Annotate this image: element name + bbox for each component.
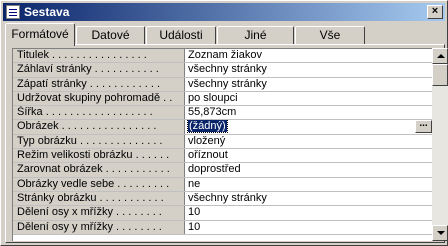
property-value[interactable]: všechny stránky [186, 63, 432, 76]
property-label: Obrázek . . . . . . . . . . . . . . . . [13, 120, 185, 134]
property-row[interactable]: Dělení osy y mřížky . . . . . . . . 10 [13, 220, 432, 235]
arrow-down-icon [437, 231, 445, 235]
property-row[interactable]: Typ obrázku . . . . . . . . . . . . . . … [13, 134, 432, 150]
property-label: Udržovat skupiny pohromadě . . [13, 91, 185, 106]
property-value[interactable]: všechny stránky [186, 78, 432, 91]
property-row[interactable]: Zarovnat obrázek . . . . . . . . . . . d… [13, 163, 432, 178]
tab-panel: Titulek . . . . . . . . . . . . . . . . … [5, 44, 448, 243]
close-button[interactable]: × [427, 5, 443, 19]
property-label: Titulek . . . . . . . . . . . . . . . . [13, 49, 185, 63]
property-sheet-icon [6, 5, 20, 19]
property-row[interactable]: Režim velikosti obrázku . . . . . . oříz… [13, 149, 432, 164]
property-row[interactable]: Záhlaví stránky . . . . . . . . . . . vš… [13, 63, 432, 78]
property-label: Stránky obrázku . . . . . . . . . . . [13, 191, 185, 206]
property-value[interactable]: všechny stránky [186, 192, 432, 205]
property-value[interactable]: 10 [186, 206, 432, 219]
vertical-scrollbar[interactable] [432, 48, 448, 241]
property-row[interactable]: Stránky obrázku . . . . . . . . . . . vš… [13, 191, 432, 207]
property-value[interactable]: 10 [186, 221, 432, 234]
property-grid: Titulek . . . . . . . . . . . . . . . . … [12, 48, 432, 241]
scroll-up-button[interactable] [432, 48, 448, 64]
property-row[interactable]: Šířka . . . . . . . . . . . . . . . . . … [13, 106, 432, 121]
tab-udalosti[interactable]: Události [146, 26, 216, 45]
property-label: Zápatí stránky . . . . . . . . . . . . [13, 77, 185, 91]
tab-jine[interactable]: Jiné [217, 26, 294, 45]
title-bar[interactable]: Sestava × [3, 3, 445, 21]
property-value[interactable]: ne [186, 178, 432, 191]
property-value[interactable]: oříznout [186, 149, 432, 162]
selected-value-text[interactable]: (žádný) [187, 120, 228, 134]
property-value[interactable]: vložený [186, 135, 432, 148]
property-label: Dělení osy x mřížky . . . . . . . . [13, 206, 185, 220]
property-label: Zarovnat obrázek . . . . . . . . . . . [13, 163, 185, 177]
property-row[interactable]: Titulek . . . . . . . . . . . . . . . . … [13, 49, 432, 64]
property-row-selected[interactable]: Obrázek . . . . . . . . . . . . . . . . … [13, 120, 432, 135]
property-value[interactable]: (žádný) ... [186, 120, 432, 134]
builder-button[interactable]: ... [415, 120, 432, 134]
scroll-down-button[interactable] [432, 225, 448, 241]
property-value[interactable]: 55,873cm [186, 106, 432, 119]
property-label: Typ obrázku . . . . . . . . . . . . . . [13, 134, 185, 149]
property-value[interactable]: po sloupci [186, 92, 432, 105]
property-label: Režim velikosti obrázku . . . . . . [13, 149, 185, 163]
property-value[interactable]: Zoznam žiakov [186, 49, 432, 62]
property-label: Dělení osy y mřížky . . . . . . . . [13, 220, 185, 234]
tab-formatove[interactable]: Formátové [5, 23, 75, 46]
property-label: Šířka . . . . . . . . . . . . . . . . . … [13, 106, 185, 120]
tab-datove[interactable]: Datové [76, 26, 145, 45]
property-row[interactable]: Obrázky vedle sebe . . . . . . . . . ne [13, 177, 432, 192]
window-title: Sestava [24, 5, 70, 19]
tab-strip: Formátové Datové Události Jiné Vše [5, 23, 445, 46]
property-row[interactable]: Zápatí stránky . . . . . . . . . . . . v… [13, 77, 432, 92]
property-sheet-window: Sestava × Formátové Datové Události Jiné… [0, 0, 448, 246]
tab-vse[interactable]: Vše [295, 26, 365, 45]
property-label: Obrázky vedle sebe . . . . . . . . . [13, 177, 185, 191]
property-value[interactable]: doprostřed [186, 163, 432, 176]
property-row[interactable]: Dělení osy x mřížky . . . . . . . . 10 [13, 206, 432, 221]
scroll-thumb[interactable] [432, 64, 448, 86]
property-row[interactable]: Udržovat skupiny pohromadě . . po sloupc… [13, 91, 432, 107]
arrow-up-icon [437, 54, 445, 58]
property-label: Záhlaví stránky . . . . . . . . . . . [13, 63, 185, 77]
